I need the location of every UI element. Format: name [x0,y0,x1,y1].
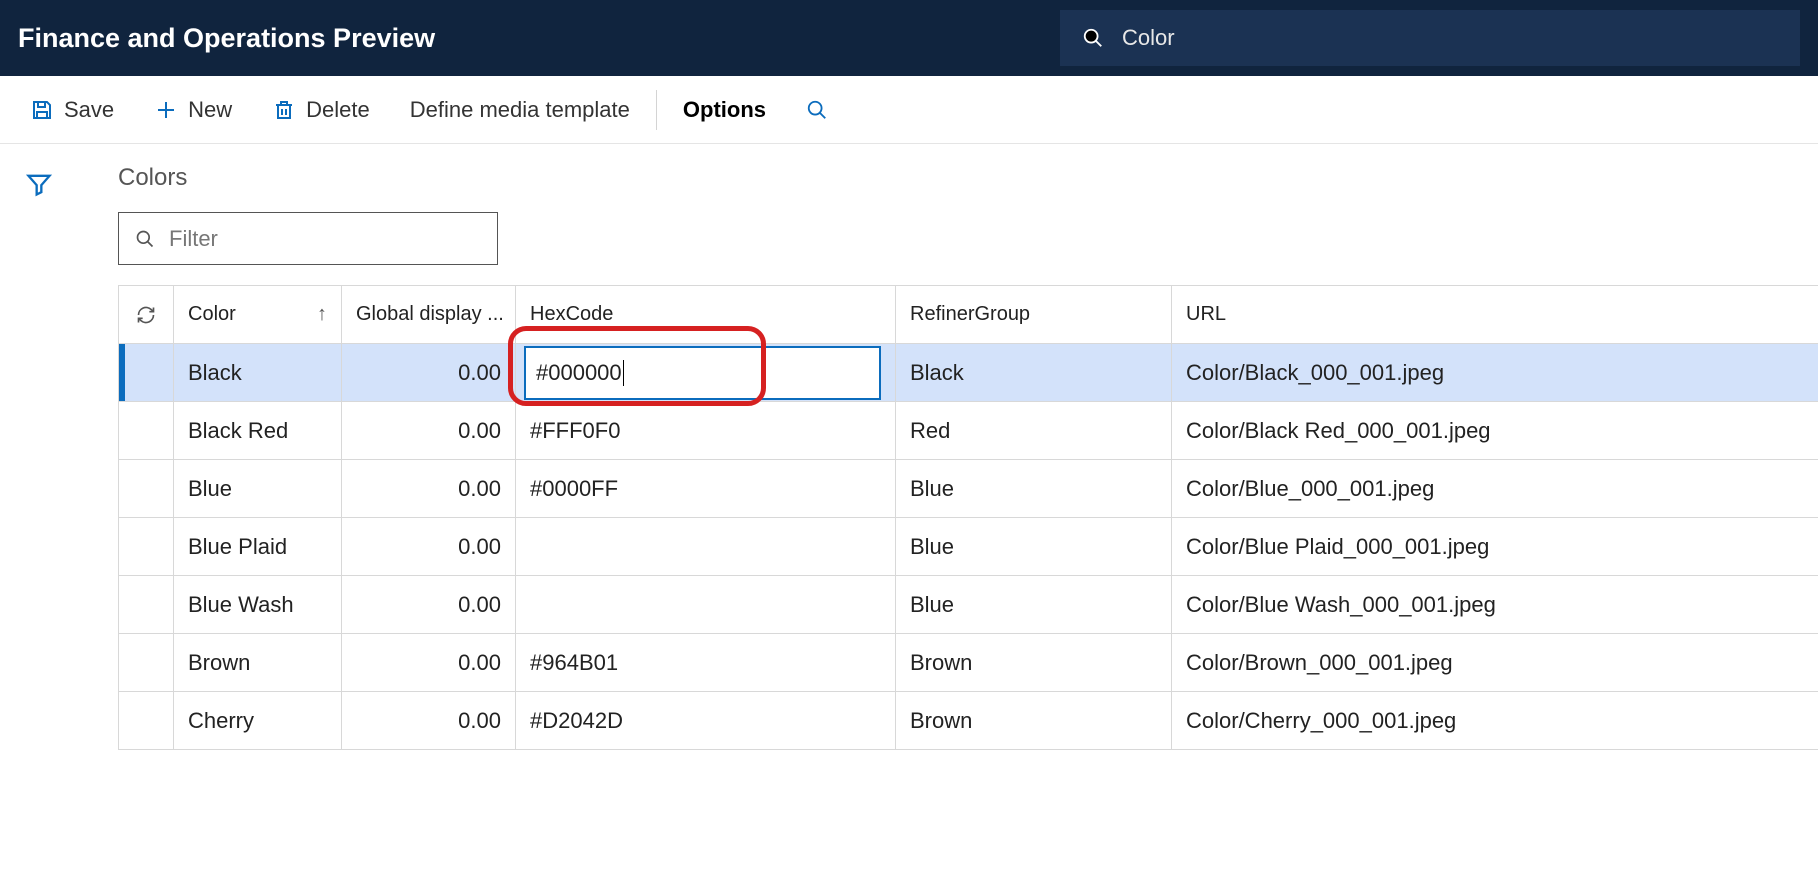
cell-global-display[interactable]: 0.00 [342,576,516,633]
trash-icon [272,98,296,122]
toolbar: Save New Delete Define media template Op… [0,76,1818,144]
row-marker[interactable] [118,576,174,633]
new-button[interactable]: New [134,87,252,133]
grid-filter-input[interactable]: Filter [118,212,498,265]
toolbar-search-button[interactable] [786,89,848,131]
options-label: Options [683,97,766,123]
app-title: Finance and Operations Preview [18,23,435,54]
cell-url[interactable]: Color/Black Red_000_001.jpeg [1172,402,1818,459]
cell-hexcode[interactable] [516,518,896,575]
hexcode-input[interactable]: #000000 [524,346,881,400]
delete-button[interactable]: Delete [252,87,390,133]
grid-header: Color ↑ Global display ... HexCode Refin… [118,286,1818,344]
row-marker[interactable] [118,344,174,401]
cell-url[interactable]: Color/Blue Wash_000_001.jpeg [1172,576,1818,633]
row-marker[interactable] [118,402,174,459]
cell-global-display[interactable]: 0.00 [342,402,516,459]
refresh-button[interactable] [118,286,174,343]
cell-hexcode[interactable] [516,576,896,633]
table-row[interactable]: Brown0.00#964B01BrownColor/Brown_000_001… [118,634,1818,692]
cell-global-display[interactable]: 0.00 [342,460,516,517]
search-icon [135,229,155,249]
search-box[interactable]: Color [1060,10,1800,66]
cell-hexcode[interactable]: #0000FF [516,460,896,517]
plus-icon [154,98,178,122]
cell-color[interactable]: Blue [174,460,342,517]
save-button[interactable]: Save [10,87,134,133]
cell-refiner[interactable]: Blue [896,518,1172,575]
save-icon [30,98,54,122]
cell-url[interactable]: Color/Cherry_000_001.jpeg [1172,692,1818,749]
row-marker[interactable] [118,460,174,517]
options-button[interactable]: Options [663,87,786,133]
cell-refiner[interactable]: Blue [896,576,1172,633]
table-row[interactable]: Black0.00#000000BlackColor/Black_000_001… [118,344,1818,402]
table-row[interactable]: Blue Plaid0.00 BlueColor/Blue Plaid_000_0… [118,518,1818,576]
search-value: Color [1122,25,1175,51]
row-marker[interactable] [118,518,174,575]
row-marker[interactable] [118,692,174,749]
new-label: New [188,97,232,123]
filter-placeholder: Filter [169,226,218,252]
define-label: Define media template [410,97,630,123]
cell-url[interactable]: Color/Blue Plaid_000_001.jpeg [1172,518,1818,575]
cell-url[interactable]: Color/Black_000_001.jpeg [1172,344,1818,401]
cell-url[interactable]: Color/Brown_000_001.jpeg [1172,634,1818,691]
cell-color[interactable]: Cherry [174,692,342,749]
col-hex[interactable]: HexCode [516,286,896,343]
col-hex-label: HexCode [530,303,613,326]
col-color[interactable]: Color ↑ [174,286,342,343]
save-label: Save [64,97,114,123]
col-url-label: URL [1186,303,1226,326]
search-icon [806,99,828,121]
cell-refiner[interactable]: Red [896,402,1172,459]
cell-global-display[interactable]: 0.00 [342,634,516,691]
cell-hexcode[interactable]: #FFF0F0 [516,402,896,459]
col-url[interactable]: URL [1172,286,1818,343]
titlebar: Finance and Operations Preview Color [0,0,1818,76]
cell-refiner[interactable]: Brown [896,692,1172,749]
cell-url[interactable]: Color/Blue_000_001.jpeg [1172,460,1818,517]
col-color-label: Color [188,303,236,326]
funnel-icon [25,170,53,198]
cell-global-display[interactable]: 0.00 [342,518,516,575]
table-row[interactable]: Cherry0.00#D2042DBrownColor/Cherry_000_0… [118,692,1818,750]
table-row[interactable]: Blue0.00#0000FFBlueColor/Blue_000_001.jp… [118,460,1818,518]
cell-refiner[interactable]: Brown [896,634,1172,691]
search-icon [1082,27,1104,49]
cell-global-display[interactable]: 0.00 [342,692,516,749]
table-row[interactable]: Black Red0.00#FFF0F0RedColor/Black Red_0… [118,402,1818,460]
refresh-icon [136,305,156,325]
cell-hexcode[interactable]: #964B01 [516,634,896,691]
col-refiner-label: RefinerGroup [910,303,1030,326]
cell-color[interactable]: Blue Plaid [174,518,342,575]
table-row[interactable]: Blue Wash0.00 BlueColor/Blue Wash_000_001… [118,576,1818,634]
cell-color[interactable]: Black [174,344,342,401]
filter-pane-toggle[interactable] [0,144,78,750]
define-media-template-button[interactable]: Define media template [390,87,650,133]
sort-asc-icon: ↑ [317,303,327,326]
colors-grid: Color ↑ Global display ... HexCode Refin… [118,285,1818,750]
page-heading: Colors [118,164,1818,192]
cell-color[interactable]: Brown [174,634,342,691]
cell-refiner[interactable]: Black [896,344,1172,401]
delete-label: Delete [306,97,370,123]
cell-global-display[interactable]: 0.00 [342,344,516,401]
cell-color[interactable]: Black Red [174,402,342,459]
row-marker[interactable] [118,634,174,691]
col-refiner[interactable]: RefinerGroup [896,286,1172,343]
cell-color[interactable]: Blue Wash [174,576,342,633]
toolbar-separator [656,90,657,130]
cell-hexcode[interactable]: #D2042D [516,692,896,749]
cell-hexcode[interactable]: #000000 [516,344,896,401]
col-gdo-label: Global display ... [356,303,504,326]
col-global-display[interactable]: Global display ... [342,286,516,343]
cell-refiner[interactable]: Blue [896,460,1172,517]
